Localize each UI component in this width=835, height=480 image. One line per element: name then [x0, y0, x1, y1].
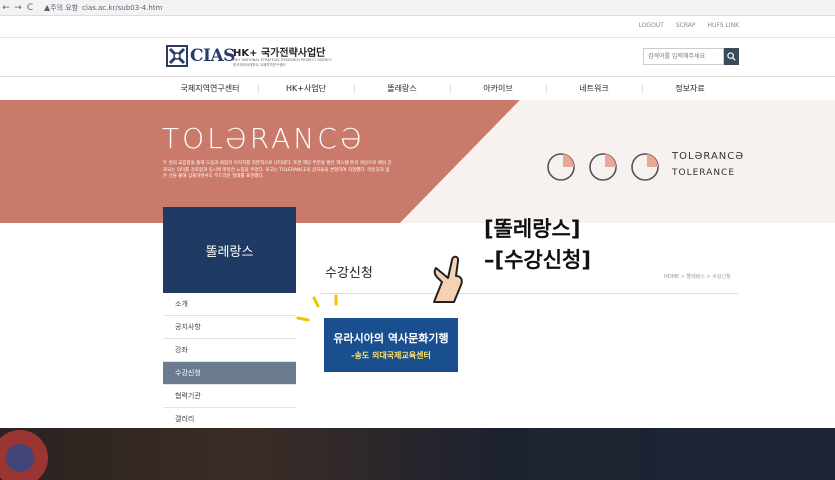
- nav-item-archive[interactable]: 아카이브: [450, 77, 546, 100]
- banner-logo-stylized: TOLƏRANCƏ: [672, 151, 745, 162]
- logo-subtitle-ko: 한국외국어대학교 국제지역연구센터: [233, 63, 286, 67]
- security-label[interactable]: 주의 요함: [50, 3, 78, 13]
- side-item-intro[interactable]: 소개: [163, 293, 296, 316]
- reload-icon[interactable]: C: [24, 3, 36, 13]
- search-input[interactable]: [643, 48, 724, 65]
- search-box: [643, 48, 739, 65]
- tolerance-banner: TOLƏRANCƏ 두 원의 교집합을 통해 도움과 화합의 이미지를 직관적으…: [0, 100, 835, 223]
- footer-photo: [0, 428, 835, 480]
- sparkle-icon: [296, 294, 338, 322]
- search-icon: [727, 52, 736, 61]
- side-item-course[interactable]: 강좌: [163, 339, 296, 362]
- side-item-registration[interactable]: 수강신청: [163, 362, 296, 385]
- page-title: 수강신청: [325, 266, 373, 281]
- logo-title: HK+ 국가전략사업단: [233, 48, 326, 59]
- banner-description: 두 원의 교집합을 통해 도움과 화합의 이미지를 직관적으로 나타냈다. 또한…: [163, 161, 392, 179]
- banner-title: TOLƏRANCƏ: [162, 122, 365, 155]
- nav-item-info[interactable]: 정보자료: [642, 77, 738, 100]
- site-logo[interactable]: CIAS HK+ 국가전략사업단 HK+ NATIONAL STRATEGIC …: [166, 43, 336, 71]
- logo-subtitle-en: HK+ NATIONAL STRATEGIC RESEARCH PROJECT …: [233, 58, 332, 62]
- banner-logo-text: TOLERANCE: [672, 168, 736, 178]
- back-icon[interactable]: ←: [0, 3, 12, 13]
- nav-item-network[interactable]: 네트워크: [546, 77, 642, 100]
- main-nav: 국제지역연구센터 HK+사업단 똘레랑스 아카이브 네트워크 정보자료: [162, 77, 738, 100]
- tolerance-logo-icon: [547, 153, 659, 181]
- nav-item-tolerance[interactable]: 똘레랑스: [354, 77, 450, 100]
- forward-icon[interactable]: →: [12, 3, 24, 13]
- nav-item-hk[interactable]: HK+사업단: [258, 77, 354, 100]
- search-button[interactable]: [724, 48, 739, 65]
- logout-link[interactable]: LOGOUT: [639, 22, 664, 29]
- address-bar[interactable]: cias.ac.kr/sub03-4.htm: [82, 4, 162, 12]
- footer-photo-graphic: [0, 428, 835, 480]
- header-divider: [0, 37, 835, 38]
- nav-item-center[interactable]: 국제지역연구센터: [162, 77, 258, 100]
- browser-toolbar: ← → C ▲ 주의 요함 cias.ac.kr/sub03-4.htm: [0, 0, 835, 16]
- side-menu: 소개 공지사항 강좌 수강신청 협력기관 갤러리: [163, 293, 296, 431]
- annotation-callout: [똘레랑스] –[수강신청]: [484, 214, 591, 276]
- side-item-notice[interactable]: 공지사항: [163, 316, 296, 339]
- side-item-partners[interactable]: 협력기관: [163, 385, 296, 408]
- cias-logo-icon: [166, 45, 188, 67]
- side-title-box: 똘레랑스: [163, 207, 296, 293]
- utility-links: LOGOUT SCRAP HUFS LINK: [639, 22, 739, 29]
- logo-cias-text: CIAS: [190, 46, 235, 66]
- callout-line-2: –[수강신청]: [484, 248, 591, 272]
- side-title: 똘레랑스: [205, 244, 254, 260]
- breadcrumb: HOME > 똘레랑스 > 수강신청: [664, 274, 731, 280]
- scrap-link[interactable]: SCRAP: [676, 22, 696, 29]
- callout-line-1: [똘레랑스]: [484, 217, 581, 241]
- content-divider: [320, 293, 738, 294]
- pointing-hand-icon: [433, 255, 463, 303]
- hufs-link[interactable]: HUFS LINK: [708, 22, 740, 29]
- course-location: -송도 외대국제교육센터: [351, 350, 431, 360]
- course-title: 유라시아의 역사문화기행: [333, 331, 449, 345]
